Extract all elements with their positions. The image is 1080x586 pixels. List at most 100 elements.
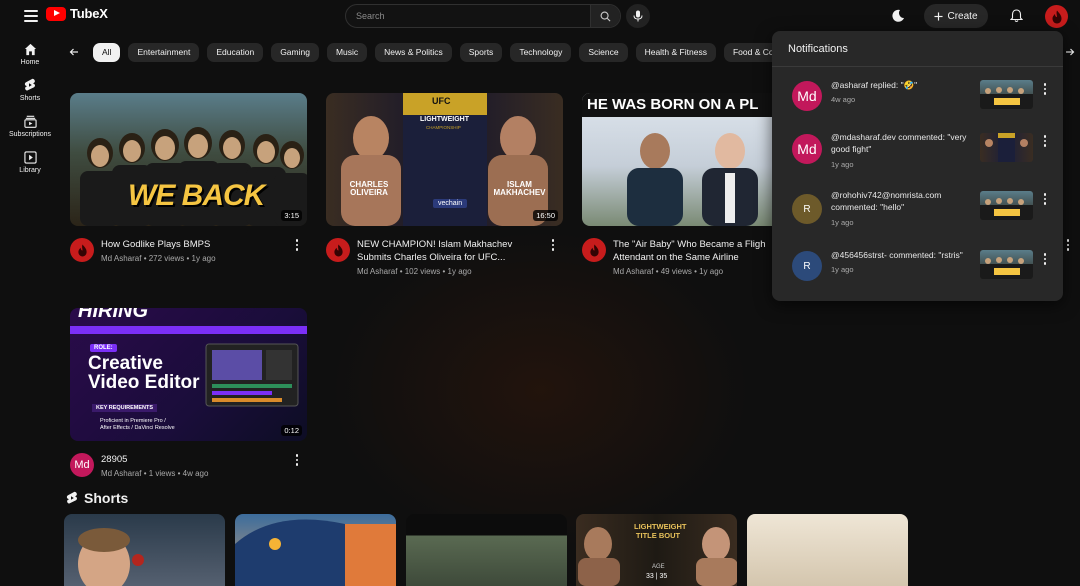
notification-avatar-initials: R (803, 203, 811, 215)
notification-time: 1y ago (831, 218, 854, 227)
notification-text: @rohohiv742@nomrista.com commented: "hel… (831, 190, 942, 212)
fighter-two-name: ISLAM MAKHACHEV (493, 180, 546, 197)
short-thumbnail[interactable] (747, 514, 908, 586)
notification-time: 4w ago (831, 95, 856, 104)
cricketer-illustration (78, 528, 144, 586)
moon-icon (892, 9, 904, 22)
chip-music[interactable]: Music (326, 42, 368, 62)
video-thumbnail[interactable]: HE WAS BORN ON A PL (582, 93, 772, 226)
view-count: 49 views (660, 267, 692, 276)
flame-logo-icon (1052, 10, 1061, 23)
background-glow (330, 230, 750, 550)
video-stats: Md Asharaf • 1 views • 4w ago (101, 469, 209, 478)
sidebar-item-library[interactable]: Library (0, 144, 60, 180)
create-button[interactable]: Create (924, 4, 988, 28)
notification-thumbnail (980, 191, 1033, 220)
lightweight-label: LIGHTWEIGHT (420, 116, 469, 123)
thumbnail-title-text: WE BACK (128, 179, 265, 212)
chip-news-politics[interactable]: News & Politics (375, 42, 452, 62)
channel-name[interactable]: Md Asharaf (101, 254, 141, 263)
channel-name[interactable]: Md Asharaf (613, 267, 653, 276)
video-thumbnail[interactable]: UFC LIGHTWEIGHT CHAMPIONSHIP CHARLES OLI… (326, 93, 563, 226)
chip-science[interactable]: Science (579, 42, 628, 62)
channel-avatar[interactable] (582, 238, 606, 262)
chips-scroll-left-button[interactable] (64, 42, 84, 62)
view-count: 1 views (148, 469, 176, 478)
voice-search-button[interactable] (626, 4, 650, 28)
chip-all[interactable]: All (93, 42, 121, 62)
notification-text: @456456strst- commented: "rstris" (831, 250, 963, 260)
team-photo-mini (980, 87, 1033, 109)
role-tag: ROLE: (90, 344, 117, 352)
short-thumbnail[interactable] (235, 514, 396, 586)
notification-time: 1y ago (831, 160, 854, 169)
notifications-panel: Notifications Md @asharaf replied: "🤣" 4… (772, 31, 1063, 301)
sidebar-item-label: Subscriptions (8, 130, 52, 138)
sidebar-item-shorts[interactable]: Shorts (0, 72, 60, 108)
ufc-logo-text: UFC (432, 96, 451, 106)
chips-scroll-right-button[interactable] (1060, 42, 1080, 62)
user-avatar[interactable] (1045, 5, 1068, 28)
channel-avatar[interactable] (70, 238, 94, 262)
hamburger-menu-icon[interactable] (24, 10, 38, 22)
channel-avatar[interactable]: Md (70, 453, 94, 477)
library-icon (23, 150, 37, 164)
sidebar-item-subscriptions[interactable]: Subscriptions (0, 108, 60, 144)
video-options-icon[interactable] (292, 453, 302, 467)
video-duration: 16:50 (533, 210, 558, 221)
sidebar-item-label: Home (20, 58, 40, 66)
chip-technology[interactable]: Technology (510, 42, 572, 62)
video-title[interactable]: How Godlike Plays BMPS (101, 238, 286, 251)
chip-gaming[interactable]: Gaming (271, 42, 319, 62)
channel-avatar-initials: Md (74, 459, 90, 471)
search-button[interactable] (590, 5, 620, 27)
subscriptions-icon (23, 115, 37, 128)
notification-options-icon[interactable] (1042, 253, 1048, 265)
editor-monitor-illustration (205, 343, 299, 407)
notifications-button[interactable] (1006, 6, 1026, 26)
video-stats: Md Asharaf • 49 views • 1y ago (613, 267, 724, 276)
notification-options-icon[interactable] (1042, 135, 1048, 147)
notification-options-icon[interactable] (1042, 193, 1048, 205)
short-thumbnail[interactable] (64, 514, 225, 586)
plus-icon (934, 11, 944, 21)
short-thumbnail[interactable] (406, 514, 567, 586)
bell-icon (1009, 9, 1023, 23)
channel-avatar[interactable] (326, 238, 350, 262)
notification-options-icon[interactable] (1042, 83, 1048, 95)
home-icon (24, 43, 36, 55)
video-options-icon[interactable] (1063, 238, 1073, 252)
video-thumbnail[interactable]: WE BACK 3:15 (70, 93, 307, 226)
view-count: 272 views (148, 254, 185, 263)
chip-sports[interactable]: Sports (459, 42, 503, 62)
channel-name[interactable]: Md Asharaf (357, 267, 397, 276)
theme-toggle-button[interactable] (888, 6, 908, 26)
channel-name[interactable]: Md Asharaf (101, 469, 141, 478)
chip-health-fitness[interactable]: Health & Fitness (635, 42, 716, 62)
vechain-sponsor: vechain (433, 199, 468, 208)
search-input[interactable] (346, 5, 590, 27)
video-title[interactable]: NEW CHAMPION! Islam Makhachev Submits Ch… (357, 238, 542, 264)
short-title-text: LIGHTWEIGHT TITLE BOUT (634, 522, 687, 540)
sidebar-item-home[interactable]: Home (0, 36, 60, 72)
video-title[interactable]: The "Air Baby" Who Became a Fligh Attend… (613, 238, 773, 264)
app-logo[interactable]: TubeX (46, 6, 108, 21)
upload-age: 1y ago (447, 267, 472, 276)
notification-avatar: R (792, 194, 822, 224)
team-photo-mini (980, 198, 1033, 220)
video-options-icon[interactable] (548, 238, 558, 252)
search-icon (600, 11, 611, 21)
video-title[interactable]: 28905 (101, 453, 286, 466)
chip-education[interactable]: Education (207, 42, 264, 62)
video-card: WE BACK 3:15 How Godlike Plays BMPS Md A… (70, 93, 307, 263)
short-thumbnail[interactable]: LIGHTWEIGHT TITLE BOUT AGE 33 | 35 (576, 514, 737, 586)
video-stats: Md Asharaf • 272 views • 1y ago (101, 254, 216, 263)
fight-poster-mini (985, 133, 1028, 162)
video-thumbnail[interactable]: HIRING ROLE: Creative Video Editor KEY R… (70, 308, 307, 441)
chip-entertainment[interactable]: Entertainment (128, 42, 200, 62)
upload-age: 1y ago (699, 267, 724, 276)
video-options-icon[interactable] (292, 238, 302, 252)
shorts-icon (66, 491, 77, 504)
helmet-illustration (235, 519, 396, 586)
notification-time: 1y ago (831, 265, 854, 274)
